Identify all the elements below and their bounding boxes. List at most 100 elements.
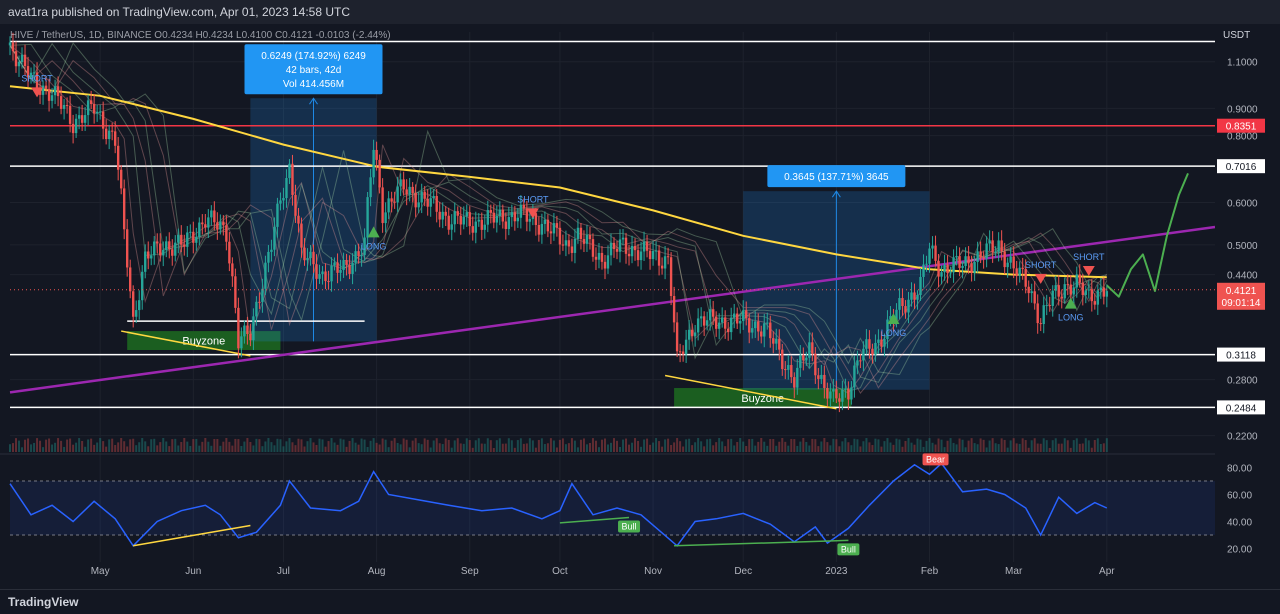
long-signal-icon: [1064, 297, 1077, 309]
candle: [1039, 323, 1042, 325]
candle: [144, 251, 147, 272]
candle: [498, 209, 502, 216]
volume-bar: [204, 438, 207, 452]
candle: [826, 387, 829, 399]
candle: [808, 342, 811, 358]
candle: [429, 198, 432, 207]
candle: [77, 115, 81, 119]
candle: [348, 264, 351, 274]
volume-bar: [141, 438, 144, 452]
candle: [414, 193, 417, 208]
volume-bar: [609, 442, 612, 452]
candle: [315, 264, 318, 279]
volume-bar: [72, 444, 75, 452]
volume-bar: [399, 444, 402, 452]
candle: [537, 224, 541, 235]
volume-bar: [1066, 440, 1069, 452]
candle: [50, 95, 54, 101]
bear-label: Bear: [926, 454, 945, 464]
volume-bar: [279, 439, 282, 452]
volume-bar: [730, 438, 733, 452]
candle: [522, 204, 526, 209]
volume-bar: [183, 438, 186, 452]
candle: [53, 86, 57, 96]
candle: [748, 318, 751, 333]
volume-bar: [871, 445, 874, 452]
candle: [165, 241, 168, 251]
candle: [988, 240, 991, 244]
volume-bar: [540, 438, 543, 452]
candle: [588, 234, 592, 240]
volume-bar: [345, 446, 348, 452]
volume-bar: [1042, 438, 1045, 452]
volume-bar: [1027, 447, 1030, 452]
volume-bar: [159, 442, 162, 452]
candle: [1093, 301, 1097, 305]
candle: [1060, 296, 1063, 299]
volume-bar: [928, 438, 931, 452]
volume-bar: [910, 442, 913, 452]
volume-bar: [468, 440, 471, 452]
candle: [213, 210, 216, 223]
volume-bar: [30, 444, 33, 452]
volume-bar: [703, 446, 706, 452]
volume-bar: [868, 442, 871, 452]
volume-bar: [1102, 443, 1105, 452]
volume-bar: [216, 439, 219, 452]
price-chart[interactable]: BuyzoneBuyzone 0.6249 (174.92%) 624942 b…: [0, 24, 1280, 590]
volume-bar: [267, 438, 270, 452]
volume-bar: [360, 438, 363, 452]
candle: [832, 389, 835, 392]
candle: [1021, 267, 1024, 270]
volume-bar: [294, 445, 297, 452]
candle: [450, 224, 453, 230]
candle: [751, 328, 754, 333]
candle: [288, 163, 291, 178]
volume-bar: [393, 438, 396, 452]
volume-bar: [1060, 443, 1063, 452]
candle: [408, 186, 411, 195]
candle: [528, 218, 532, 222]
volume-bar: [961, 439, 964, 452]
volume-bar: [751, 438, 754, 452]
volume-bar: [1084, 438, 1087, 452]
volume-bar: [820, 441, 823, 452]
volume-bar: [1096, 438, 1099, 452]
candle: [714, 316, 718, 329]
volume-bar: [150, 439, 153, 452]
candle: [282, 198, 285, 201]
volume-bar: [78, 438, 81, 452]
candle: [582, 238, 586, 244]
volume-bar: [685, 439, 688, 452]
volume-bar: [742, 441, 745, 452]
candle: [342, 260, 345, 270]
candle: [456, 211, 459, 216]
volume-bar: [796, 445, 799, 452]
countdown-label: 09:01:14: [1222, 298, 1261, 309]
candle: [8, 42, 12, 46]
volume-bar: [631, 442, 634, 452]
candle: [729, 317, 733, 333]
time-tick-label: 2023: [825, 566, 848, 577]
volume-bar: [156, 445, 159, 452]
volume-bar: [949, 438, 952, 452]
volume-bar: [769, 439, 772, 452]
candle: [814, 353, 817, 376]
candle: [1063, 284, 1066, 299]
volume-bar: [724, 446, 727, 452]
volume-bar: [880, 446, 883, 452]
volume-bar: [670, 444, 673, 452]
candle: [657, 250, 661, 266]
candle: [360, 255, 363, 257]
volume-bar: [225, 438, 228, 452]
volume-bar: [543, 444, 546, 452]
volume-bar: [336, 444, 339, 452]
candle: [210, 210, 213, 218]
volume-bar: [372, 438, 375, 452]
candle: [372, 149, 375, 178]
volume-bar: [1105, 438, 1108, 452]
candle: [441, 211, 444, 220]
candle: [769, 322, 772, 339]
volume-bar: [162, 438, 165, 452]
volume-bar: [994, 443, 997, 452]
